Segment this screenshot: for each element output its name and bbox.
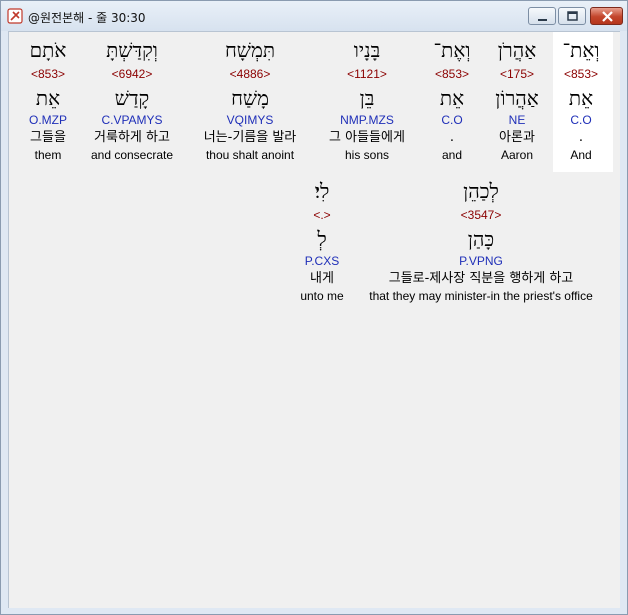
close-button[interactable] [590, 7, 623, 25]
app-window: @원전본해 - 줄 30:30 וְאֵת־ <853> אֵת C.O . A… [0, 0, 628, 615]
hebrew-lemma: לְ [317, 227, 327, 251]
close-icon [602, 11, 613, 22]
word-column[interactable]: לִי׃ <.> לְ P.CXS 내게 unto me [300, 177, 343, 304]
minimize-icon [538, 19, 547, 21]
hebrew-lemma: מָשַׁח [231, 86, 269, 110]
korean-gloss: 너는-기름을 발라 [203, 130, 297, 145]
app-logo-icon [7, 8, 23, 24]
korean-gloss: . [578, 130, 584, 145]
morphology-code: C.VPAMYS [101, 113, 163, 127]
hebrew-word: לִי׃ [314, 179, 330, 203]
strong-number[interactable]: <853> [29, 66, 67, 83]
word-column[interactable]: וְקִדַּשְׁתָּ <6942> קָדַשׁ C.VPAMYS 거룩하… [91, 36, 173, 163]
strong-number[interactable]: <1121> [329, 66, 405, 83]
title-bar[interactable]: @원전본해 - 줄 30:30 [1, 1, 627, 31]
maximize-icon [567, 11, 578, 21]
minimize-button[interactable] [528, 7, 556, 25]
english-gloss: and consecrate [90, 148, 174, 162]
word-column[interactable]: תִּמְשָׁח <4886> מָשַׁח VQIMYS 너는-기름을 발라… [204, 36, 297, 163]
strong-number[interactable]: <853> [434, 66, 471, 83]
hebrew-lemma: אֵת [35, 86, 61, 110]
english-gloss: and [441, 148, 463, 162]
morphology-code: C.O [441, 113, 463, 127]
hebrew-lemma: אַהֲרוֹן [495, 86, 539, 110]
strong-number[interactable]: <175> [495, 66, 539, 83]
interlinear-view[interactable]: וְאֵת־ <853> אֵת C.O . And אַהֲרֹן <175>… [8, 31, 620, 608]
word-column[interactable]: בָּנָיו <1121> בֵּן NMP.MZS 그 아들들에게 his … [329, 36, 405, 163]
korean-gloss: 아론과 [499, 130, 535, 145]
word-column[interactable]: אַהֲרֹן <175> אַהֲרוֹן NE 아론과 Aaron [495, 36, 539, 163]
hebrew-word: וְאֵת־ [562, 38, 600, 62]
hebrew-lemma: אֵת [439, 86, 465, 110]
morphology-code: P.VPNG [459, 254, 503, 268]
hebrew-lemma: קָדַשׁ [114, 86, 150, 110]
hebrew-word: אֹתָם [29, 38, 67, 62]
korean-gloss: . [449, 130, 455, 145]
english-gloss: Aaron [500, 148, 534, 162]
hebrew-word: וְקִדַּשְׁתָּ [106, 38, 158, 62]
english-gloss: And [570, 148, 592, 162]
korean-gloss: 내게 [310, 271, 334, 286]
english-gloss: thou shalt anoint [205, 148, 295, 162]
word-column[interactable]: וְאֶת־ <853> אֵת C.O . and [434, 36, 471, 163]
maximize-button[interactable] [558, 7, 586, 25]
window-title: @원전본해 - 줄 30:30 [28, 11, 146, 25]
morphology-code: P.CXS [304, 254, 340, 268]
strong-number[interactable]: <.> [300, 207, 343, 224]
hebrew-word: אַהֲרֹן [497, 38, 537, 62]
hebrew-lemma: אֵת [568, 86, 594, 110]
morphology-code: VQIMYS [226, 113, 274, 127]
strong-number[interactable]: <6942> [91, 66, 173, 83]
strong-number[interactable]: <3547> [369, 207, 593, 224]
hebrew-lemma: בֵּן [359, 86, 375, 110]
strong-number[interactable]: <4886> [204, 66, 297, 83]
hebrew-word: בָּנָיו [353, 38, 381, 62]
word-column[interactable]: אֹתָם <853> אֵת O.MZP 그들을 them [29, 36, 67, 163]
strong-number[interactable]: <853> [563, 66, 600, 83]
english-gloss: that they may minister-in the priest's o… [369, 289, 593, 303]
hebrew-lemma: כָּהַן [467, 227, 495, 251]
english-gloss: them [34, 148, 62, 162]
hebrew-word: וְאֶת־ [433, 38, 471, 62]
hebrew-word: לְכַהֵן [463, 179, 499, 203]
korean-gloss: 그들을 [30, 130, 66, 145]
morphology-code: NE [508, 113, 526, 127]
english-gloss: unto me [300, 289, 344, 303]
korean-gloss: 그 아들들에게 [329, 130, 405, 145]
word-column[interactable]: לְכַהֵן <3547> כָּהַן P.VPNG 그들로-제사장 직분을… [369, 177, 593, 304]
morphology-code: O.MZP [29, 113, 67, 127]
korean-gloss: 그들로-제사장 직분을 행하게 하고 [388, 271, 574, 286]
morphology-code: NMP.MZS [340, 113, 394, 127]
hebrew-word: תִּמְשָׁח [224, 38, 276, 62]
morphology-code: C.O [570, 113, 592, 127]
korean-gloss: 거룩하게 하고 [94, 130, 170, 145]
word-column[interactable]: וְאֵת־ <853> אֵת C.O . And [563, 36, 600, 163]
english-gloss: his sons [344, 148, 390, 162]
